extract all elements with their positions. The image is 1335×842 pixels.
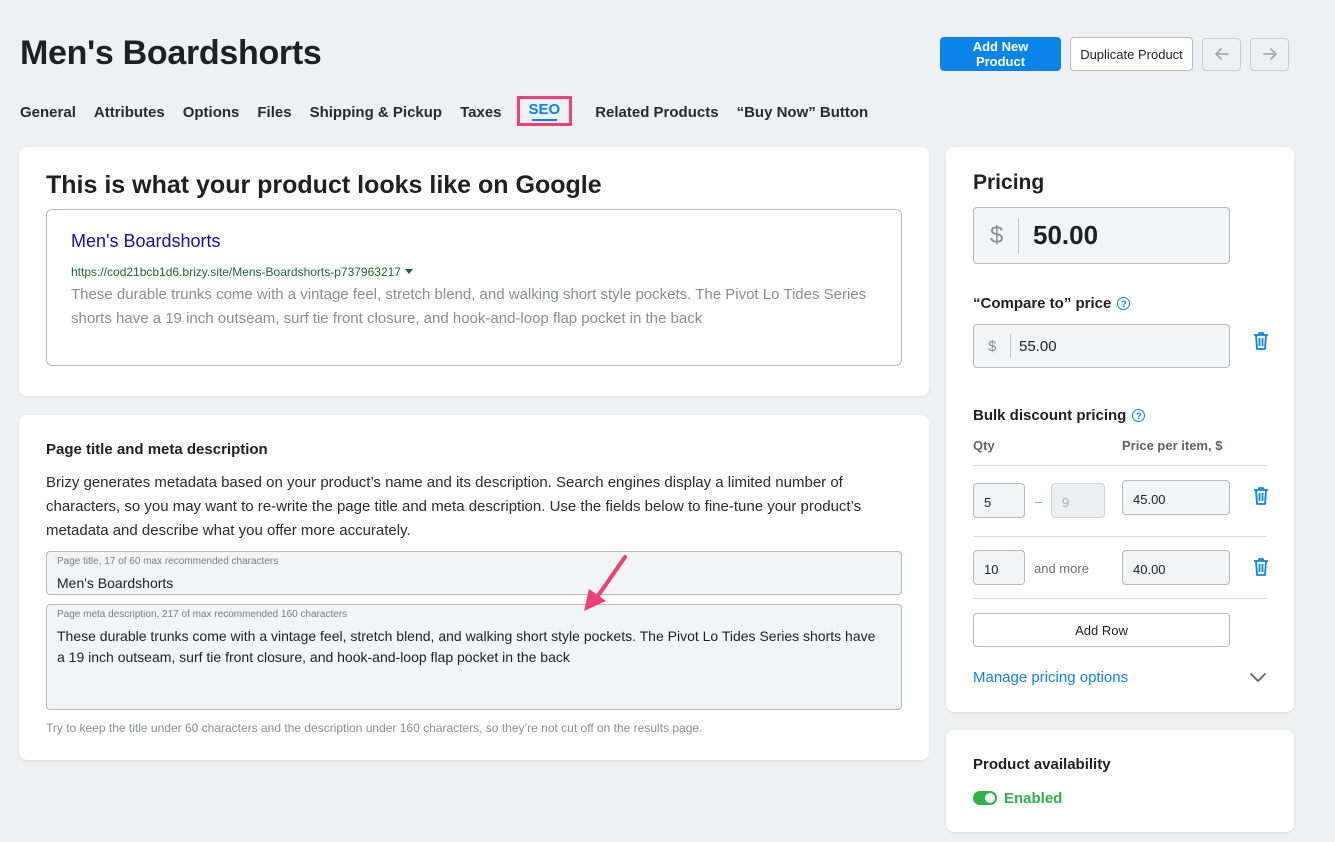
availability-status: Enabled <box>1004 790 1063 807</box>
caret-down-icon <box>404 269 413 274</box>
pricing-card: Pricing $ 50.00 “Compare to” price ? $ 5… <box>946 147 1294 712</box>
availability-heading: Product availability <box>973 756 1111 773</box>
duplicate-product-button[interactable]: Duplicate Product <box>1070 37 1193 71</box>
trash-icon[interactable] <box>1252 486 1270 506</box>
qty-column-header: Qty <box>973 438 995 453</box>
price-value[interactable]: 50.00 <box>1033 220 1098 251</box>
compare-price-label: “Compare to” price <box>973 295 1112 312</box>
meta-heading: Page title and meta description <box>46 441 268 458</box>
price-per-item-input[interactable]: 40.00 <box>1122 550 1230 585</box>
divider <box>1010 334 1011 358</box>
serp-url: https://cod21bcb1d6.brizy.site/Mens-Boar… <box>71 265 413 279</box>
meta-card: Page title and meta description Brizy ge… <box>19 415 929 760</box>
arrow-left-icon <box>1214 48 1229 60</box>
qty-to-input: 9 <box>1051 483 1105 518</box>
serp-url-text: https://cod21bcb1d6.brizy.site/Mens-Boar… <box>71 265 401 279</box>
compare-price-input[interactable]: $ 55.00 <box>973 324 1230 368</box>
chevron-down-icon[interactable] <box>1249 670 1267 684</box>
availability-card: Product availability Enabled <box>946 730 1294 832</box>
arrow-right-icon <box>1262 48 1277 60</box>
help-icon[interactable]: ? <box>1117 297 1131 310</box>
tab-related-products[interactable]: Related Products <box>595 104 718 134</box>
divider <box>973 598 1267 599</box>
currency-symbol: $ <box>988 338 997 355</box>
serp-preview: Men's Boardshorts https://cod21bcb1d6.br… <box>46 209 902 366</box>
divider <box>1018 218 1019 254</box>
add-row-button[interactable]: Add Row <box>973 613 1230 647</box>
tab-attributes[interactable]: Attributes <box>94 104 165 134</box>
tab-files[interactable]: Files <box>257 104 291 134</box>
qty-from-input[interactable]: 10 <box>973 550 1025 585</box>
add-new-product-button[interactable]: Add New Product <box>940 37 1061 71</box>
tab-taxes[interactable]: Taxes <box>460 104 501 134</box>
annotation-arrow-icon <box>584 555 627 611</box>
tab-buy-now-button[interactable]: “Buy Now” Button <box>737 104 869 134</box>
meta-hint: Try to keep the title under 60 character… <box>46 721 703 735</box>
divider <box>973 465 1267 466</box>
range-dash: – <box>1035 494 1043 509</box>
compare-price-value[interactable]: 55.00 <box>1019 338 1057 355</box>
manage-pricing-options-link[interactable]: Manage pricing options <box>973 669 1128 686</box>
tab-shipping-pickup[interactable]: Shipping & Pickup <box>310 104 443 134</box>
bulk-discount-label-row: Bulk discount pricing ? <box>973 407 1146 424</box>
price-column-header: Price per item, $ <box>1122 438 1223 453</box>
meta-intro: Brizy generates metadata based on your p… <box>46 474 862 539</box>
qty-from-input[interactable]: 5 <box>973 483 1025 518</box>
tab-options[interactable]: Options <box>183 104 240 134</box>
meta-description-field-label: Page meta description, 217 of max recomm… <box>57 609 348 620</box>
price-per-item-input[interactable]: 45.00 <box>1122 480 1230 515</box>
price-input[interactable]: $ 50.00 <box>973 207 1230 264</box>
previous-product-button[interactable] <box>1202 37 1241 71</box>
availability-toggle[interactable] <box>973 791 997 805</box>
google-preview-card: This is what your product looks like on … <box>19 147 929 396</box>
meta-description-field[interactable]: Page meta description, 217 of max recomm… <box>46 604 902 710</box>
and-more-label: and more <box>1034 561 1089 576</box>
page-title-field-label: Page title, 17 of 60 max recommended cha… <box>57 556 279 567</box>
next-product-button[interactable] <box>1250 37 1289 71</box>
product-tabs: General Attributes Options Files Shippin… <box>20 96 886 134</box>
page-title-field[interactable]: Page title, 17 of 60 max recommended cha… <box>46 551 902 595</box>
page-title-field-value[interactable]: Men's Boardshorts <box>57 573 887 594</box>
compare-price-label-row: “Compare to” price ? <box>973 295 1131 312</box>
divider <box>973 536 1267 537</box>
meta-description-field-value[interactable]: These durable trunks come with a vintage… <box>57 626 887 668</box>
tab-seo-wrapper: SEO <box>516 96 591 134</box>
top-actions: Add New Product Duplicate Product <box>940 37 1289 71</box>
trash-icon[interactable] <box>1252 557 1270 577</box>
serp-title: Men's Boardshorts <box>71 231 221 251</box>
tab-general[interactable]: General <box>20 104 76 134</box>
help-icon[interactable]: ? <box>1132 409 1146 422</box>
page-title: Men's Boardshorts <box>20 34 322 72</box>
serp-description: These durable trunks come with a vintage… <box>71 286 867 327</box>
tab-seo[interactable]: SEO <box>516 96 573 126</box>
currency-symbol: $ <box>990 222 1004 249</box>
google-preview-heading: This is what your product looks like on … <box>46 171 602 199</box>
trash-icon[interactable] <box>1252 331 1270 351</box>
bulk-discount-label: Bulk discount pricing <box>973 407 1127 424</box>
pricing-heading: Pricing <box>973 171 1045 194</box>
